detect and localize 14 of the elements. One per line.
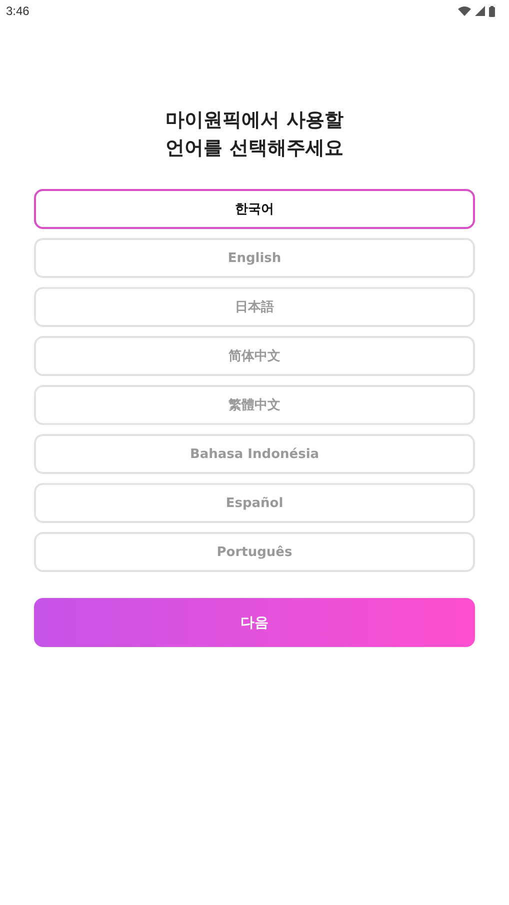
page-title: 마이원픽에서 사용할 언어를 선택해주세요 (164, 108, 344, 161)
language-option[interactable]: 简体中文 (34, 336, 475, 376)
language-option[interactable]: 日本語 (34, 287, 475, 327)
wifi-icon (458, 6, 471, 16)
language-option[interactable]: English (34, 238, 475, 278)
status-time: 3:46 (6, 4, 30, 18)
next-button[interactable]: 다음 (34, 598, 475, 647)
language-option[interactable]: 한국어 (34, 189, 475, 229)
language-option[interactable]: Bahasa Indonésia (34, 434, 475, 474)
battery-icon (489, 6, 495, 16)
language-option[interactable]: Español (34, 483, 475, 523)
language-option[interactable]: 繁體中文 (34, 385, 475, 425)
language-option[interactable]: Português (34, 532, 475, 572)
signal-icon (475, 6, 485, 16)
